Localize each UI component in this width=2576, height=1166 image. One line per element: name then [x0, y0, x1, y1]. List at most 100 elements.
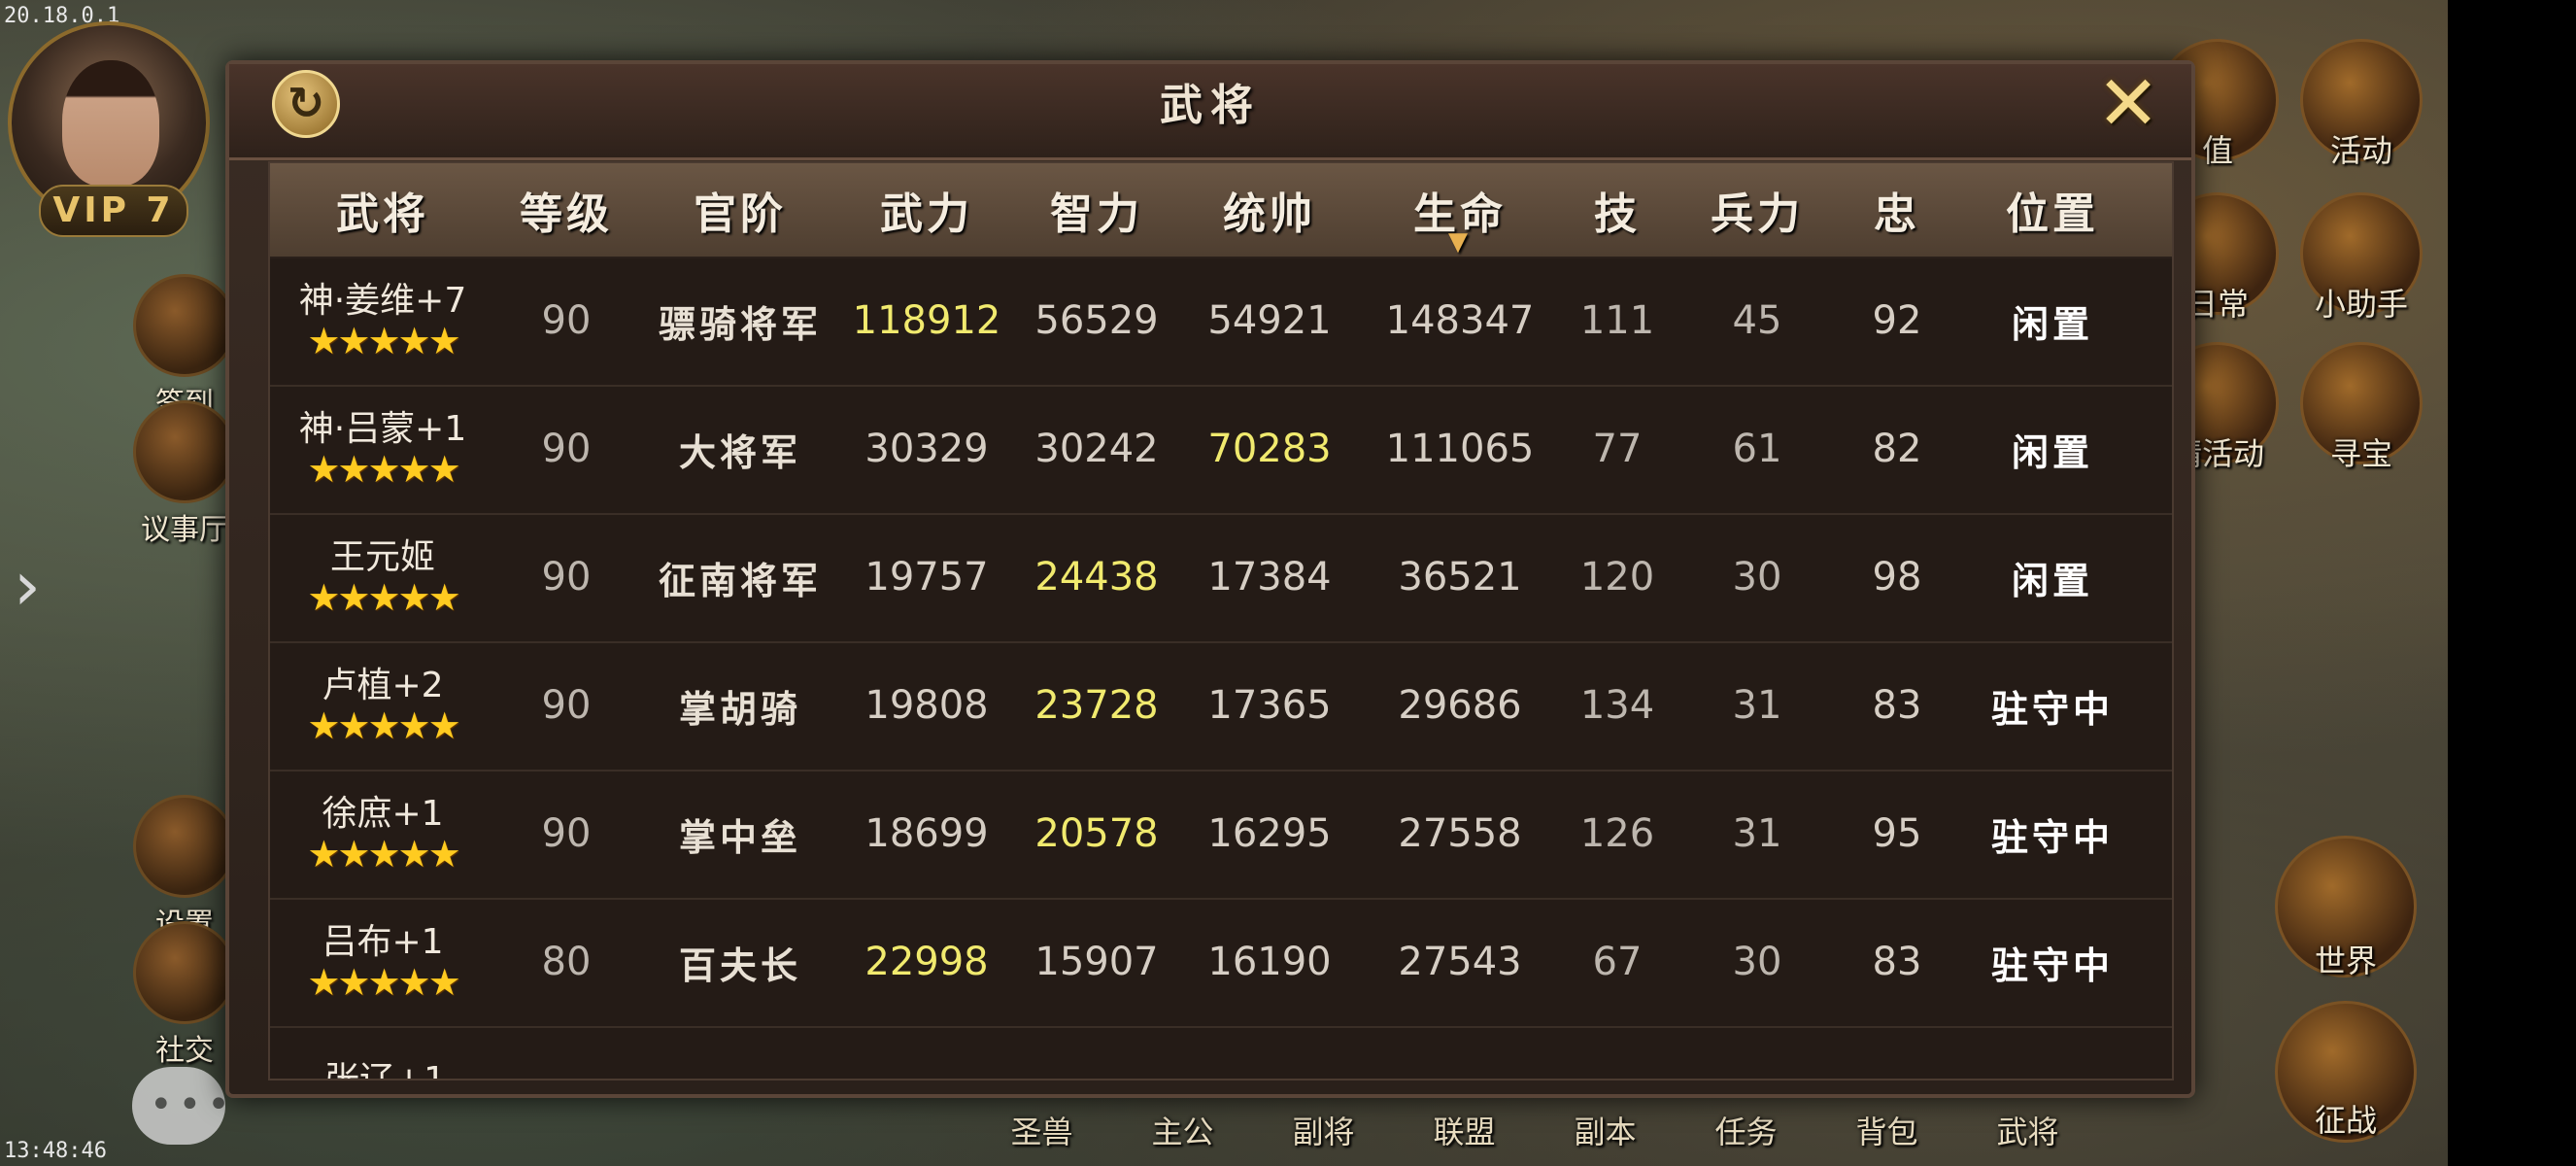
general-name: 神·姜维+7: [298, 281, 467, 321]
close-button[interactable]: ✕: [2094, 60, 2162, 148]
hp-cell: 27543: [1398, 940, 1522, 984]
loyalty-cell: 92: [1872, 298, 1922, 343]
general-name: 王元姬: [329, 537, 435, 577]
loyalty-cell: 83: [1872, 683, 1922, 728]
level-cell: 90: [541, 683, 592, 728]
treasure-button[interactable]: 寻宝: [2298, 342, 2424, 474]
skill-cell: 77: [1592, 427, 1643, 471]
hp-cell: 111065: [1385, 427, 1535, 471]
loyalty-cell: 95: [1872, 811, 1922, 856]
table-row[interactable]: 吕布+1 ★★★★★ 80 百夫长 22998 15907 16190 27543 67 30 83…: [270, 898, 2172, 1028]
col-general[interactable]: 武将: [270, 163, 495, 257]
table-row[interactable]: 卢植+2 ★★★★★ 90 掌胡骑 19808 23728 17365 29686 134 31 8…: [270, 641, 2172, 772]
force-cell: 18699: [864, 811, 989, 856]
chevron-right-icon[interactable]: ›: [14, 552, 41, 620]
force-cell: 30329: [864, 427, 989, 471]
intellect-cell: 56529: [1034, 298, 1159, 343]
nav-generals[interactable]: 武将: [1957, 1108, 2098, 1166]
intellect-cell: 23728: [1034, 683, 1159, 728]
dialog-header: ↻ 武将 ✕: [229, 64, 2191, 160]
table-row[interactable]: 王元姬 ★★★★★ 90 征南将军 19757 24438 17384 36521 120 30 9…: [270, 513, 2172, 643]
chat-button[interactable]: •••: [132, 1067, 230, 1145]
general-name: 卢植+2: [322, 666, 444, 705]
level-cell: 90: [541, 555, 592, 600]
rank-cell: 大将军: [678, 430, 801, 474]
chat-dots-icon: •••: [150, 1082, 236, 1127]
loyalty-cell: 98: [1872, 555, 1922, 600]
troops-cell: 30: [1732, 940, 1782, 984]
intellect-cell: 30242: [1034, 427, 1159, 471]
col-loyalty[interactable]: 忠: [1844, 163, 1950, 257]
troops-cell: 61: [1732, 427, 1782, 471]
hp-cell: 27558: [1398, 811, 1522, 856]
game-background: 20.18.0.1 13:48:46 VIP 7 › 签到 议事厅 设置 社交 …: [0, 0, 2448, 1166]
hp-cell: 148347: [1385, 298, 1535, 343]
col-troops[interactable]: 兵力: [1671, 163, 1844, 257]
col-position[interactable]: 位置: [1950, 163, 2154, 257]
star-rating-icon: ★★★★★: [307, 320, 460, 362]
col-level[interactable]: 等级: [495, 163, 637, 257]
position-cell: 驻守中: [1990, 687, 2114, 731]
table-row-partial[interactable]: 张辽+1: [270, 1026, 2172, 1079]
position-cell: 闲置: [2011, 430, 2093, 474]
loyalty-cell: 83: [1872, 940, 1922, 984]
star-rating-icon: ★★★★★: [307, 576, 460, 619]
nav-bag[interactable]: 背包: [1816, 1108, 1957, 1166]
status-clock: 13:48:46: [4, 1139, 107, 1163]
command-cell: 16295: [1207, 811, 1332, 856]
nav-quest[interactable]: 任务: [1676, 1108, 1816, 1166]
general-cell: 神·姜维+7 ★★★★★: [270, 257, 495, 385]
nav-alliance[interactable]: 联盟: [1394, 1108, 1535, 1166]
world-button[interactable]: 世界: [2273, 836, 2419, 981]
col-force[interactable]: 武力: [843, 163, 1010, 257]
nav-lord[interactable]: 主公: [1112, 1108, 1253, 1166]
helper-button[interactable]: 小助手: [2298, 192, 2424, 325]
star-rating-icon: ★★★★★: [307, 833, 460, 875]
campaign-button[interactable]: 征战: [2273, 1001, 2419, 1143]
troops-cell: 45: [1732, 298, 1782, 343]
general-cell: 神·吕蒙+1 ★★★★★: [270, 385, 495, 513]
general-name: 神·吕蒙+1: [298, 409, 467, 449]
level-cell: 90: [541, 298, 592, 343]
col-rank[interactable]: 官阶: [637, 163, 843, 257]
event-label: 活动: [2329, 132, 2392, 169]
campaign-label: 征战: [2314, 1102, 2377, 1139]
event-button[interactable]: 活动: [2298, 39, 2424, 171]
intellect-cell: 15907: [1034, 940, 1159, 984]
troops-cell: 30: [1732, 555, 1782, 600]
general-name: 徐庶+1: [322, 794, 444, 834]
command-cell: 16190: [1207, 940, 1332, 984]
command-cell: 70283: [1207, 427, 1332, 471]
force-cell: 19757: [864, 555, 989, 600]
col-hp[interactable]: 生命 ▼: [1356, 163, 1564, 257]
loyalty-cell: 82: [1872, 427, 1922, 471]
level-cell: 90: [541, 811, 592, 856]
col-intellect[interactable]: 智力: [1010, 163, 1183, 257]
rank-cell: 骠骑将军: [658, 302, 822, 346]
position-cell: 驻守中: [1990, 943, 2114, 987]
nav-beast[interactable]: 圣兽: [971, 1108, 1112, 1166]
table-row[interactable]: 神·姜维+7 ★★★★★ 90 骠骑将军 118912 56529 54921 148347 1…: [270, 257, 2172, 387]
rank-cell: 掌中垒: [678, 815, 801, 859]
position-cell: 闲置: [2011, 559, 2093, 602]
close-icon: ✕: [2096, 60, 2160, 148]
nav-deputy[interactable]: 副将: [1253, 1108, 1394, 1166]
force-cell: 118912: [852, 298, 1001, 343]
nav-dungeon[interactable]: 副本: [1535, 1108, 1676, 1166]
rank-cell: 掌胡骑: [678, 687, 801, 731]
bottom-nav: 圣兽 主公 副将 联盟 副本 任务 背包 武将: [971, 1108, 2234, 1166]
intellect-cell: 24438: [1034, 555, 1159, 600]
generals-table[interactable]: 武将 等级 官阶 武力 智力 统帅 生命 ▼ 技 兵力 忠 位置 神·姜维+7 ★…: [268, 161, 2174, 1080]
avatar-face-icon: [62, 60, 159, 187]
table-row[interactable]: 徐庶+1 ★★★★★ 90 掌中垒 18699 20578 16295 27558 126 31 9…: [270, 770, 2172, 900]
col-command[interactable]: 统帅: [1183, 163, 1356, 257]
star-rating-icon: ★★★★★: [307, 448, 460, 491]
skill-cell: 67: [1592, 940, 1643, 984]
general-name: 吕布+1: [322, 922, 444, 962]
col-skill[interactable]: 技: [1564, 163, 1671, 257]
treasure-label: 寻宝: [2329, 435, 2392, 472]
skill-cell: 126: [1579, 811, 1655, 856]
table-row[interactable]: 神·吕蒙+1 ★★★★★ 90 大将军 30329 30242 70283 111065 77 6…: [270, 385, 2172, 515]
general-cell: 王元姬 ★★★★★: [270, 513, 495, 641]
checkin-icon: [133, 274, 236, 377]
